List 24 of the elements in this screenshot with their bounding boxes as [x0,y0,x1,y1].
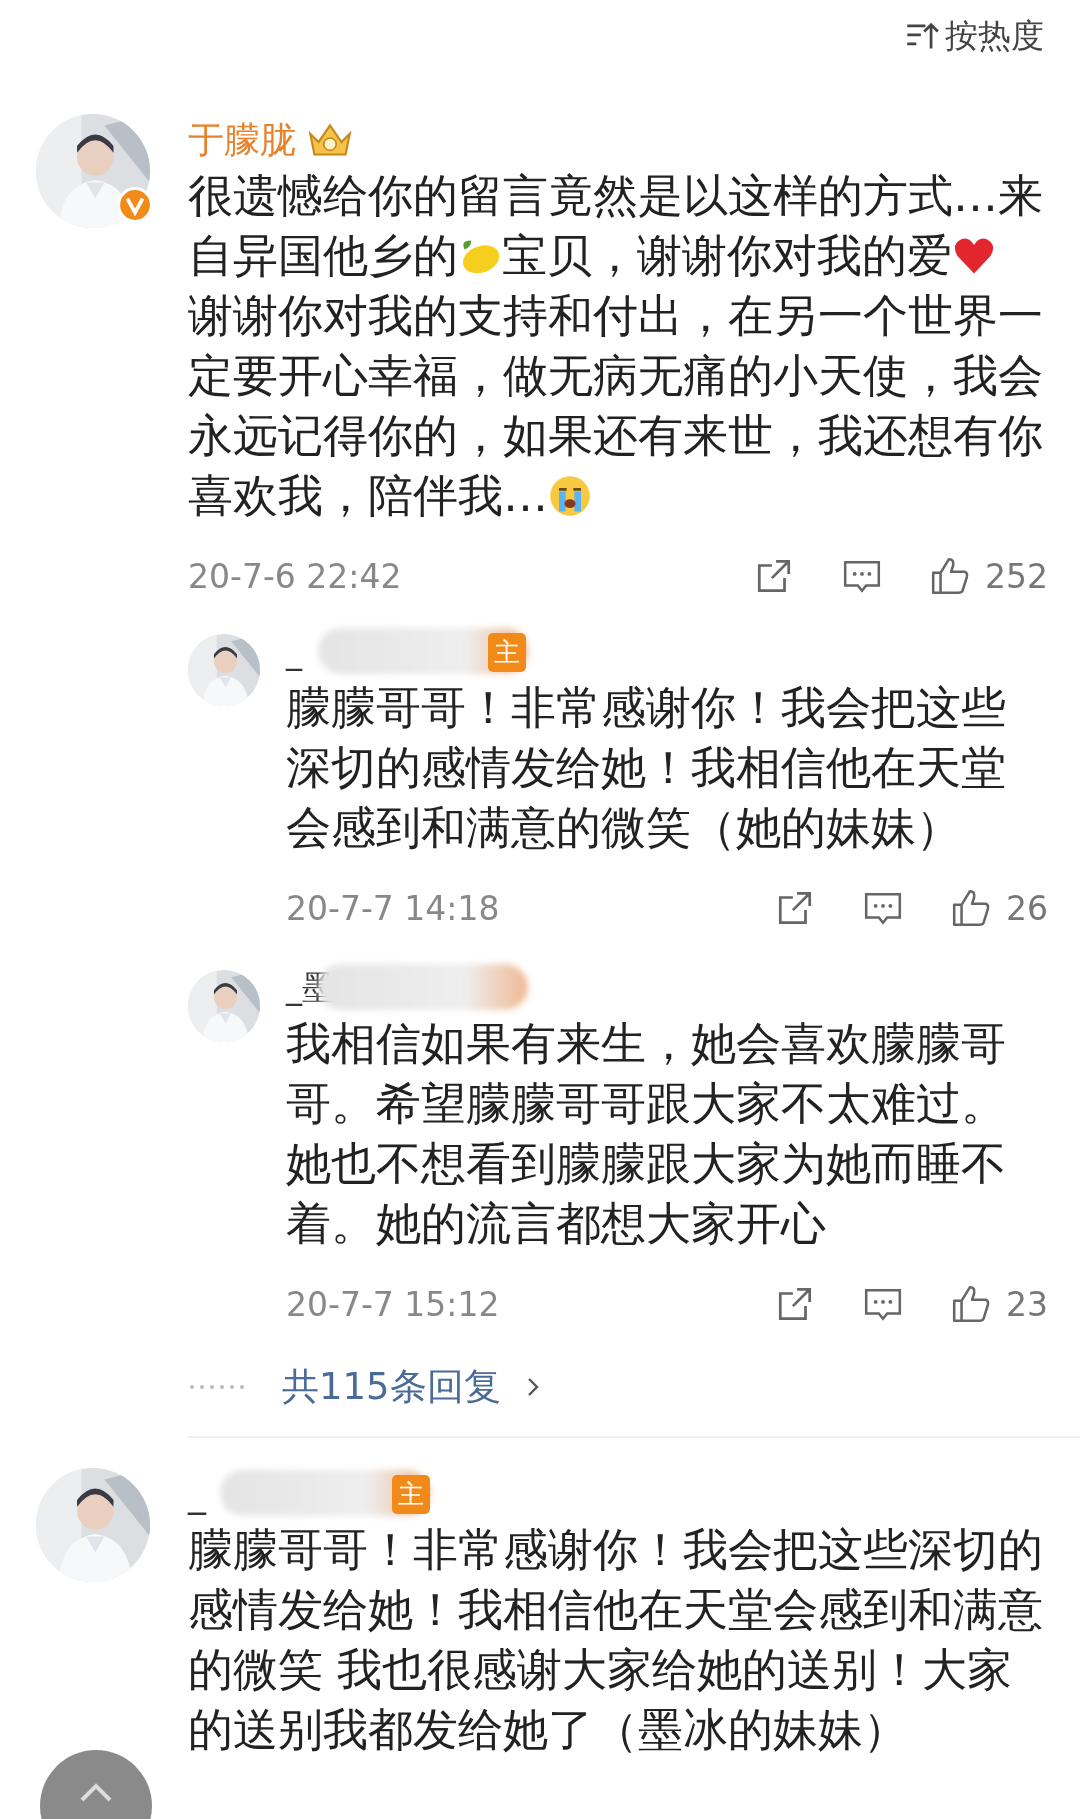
comment-text: 宝贝，谢谢你对我的爱 [502,228,952,284]
comment-time: 20-7-6 22:42 [188,556,402,596]
like-count: 23 [1006,1284,1048,1324]
comment-text: 自异国他乡的 [188,228,458,284]
reply-text: 朦朦哥哥！非常感谢你！我会把这些深切的感情发给她！我相信他在天堂会感到和满意的微笑（她的妹妹） [286,680,1007,856]
crying-face-icon [548,474,592,518]
like-count: 26 [1006,888,1048,928]
author-badge: 主 [392,1474,430,1514]
comment-text: 朦朦哥哥！非常感谢你！我会把这些深切的感情发给她！我相信他在天堂会感到和满意的微笑 我也很感谢大家给她的送别！大家的送别我都发给她了（墨冰的妹妹） [188,1522,1044,1758]
more-replies-link[interactable]: 共115条回复 [282,1362,501,1412]
comment-time: 20-7-7 15:12 [286,1284,500,1324]
comment-text: 喜欢我，陪伴我… [188,468,548,524]
comment-time: 20-7-7 14:18 [286,888,500,928]
thumbs-up-icon[interactable] [950,1283,992,1325]
comment-text: 很遗憾给你的留言竟然是以这样的方式…来 [188,168,1043,224]
thumbs-up-icon[interactable] [950,887,992,929]
comment-text: 谢谢你对我的支持和付出，在另一个世界一定要开心幸福，做无病无痛的小天使，我会永远记得你的，如果还有来世，我还想有你 [188,288,1044,464]
username[interactable]: _ [286,633,302,671]
sort-button[interactable]: 按热度 [905,12,1044,60]
like-count: 252 [985,556,1048,596]
thumbs-up-icon[interactable] [929,555,971,597]
username[interactable]: _ [188,1473,206,1515]
author-badge: 主 [488,632,526,672]
reply-text: 我相信如果有来生，她会喜欢朦朦哥哥。希望朦朦哥哥跟大家不太难过。她也不想看到朦朦跟大家为她而睡不着。她的流言都想大家开心 [286,1016,1007,1252]
